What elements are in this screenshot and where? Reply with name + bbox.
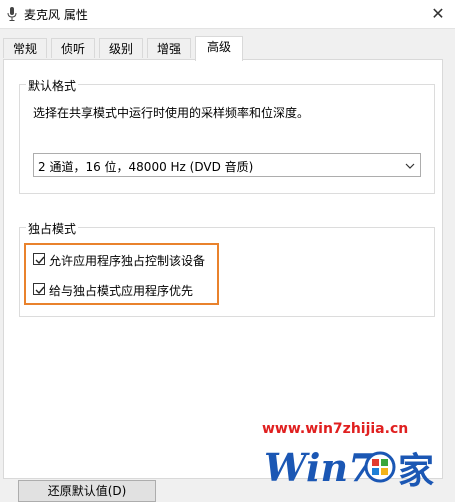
watermark-logo: Win7 家 xyxy=(264,445,434,492)
microphone-icon xyxy=(6,6,18,22)
default-format-description: 选择在共享模式中运行时使用的采样频率和位深度。 xyxy=(33,106,310,120)
tab-strip: 常规 侦听 级别 增强 高级 xyxy=(3,36,451,61)
allow-exclusive-control-checkbox[interactable] xyxy=(33,253,45,265)
exclusive-priority-label: 给与独占模式应用程序优先 xyxy=(49,284,194,298)
default-format-legend: 默认格式 xyxy=(26,77,79,94)
tab-general[interactable]: 常规 xyxy=(3,38,47,58)
svg-text:家: 家 xyxy=(398,450,434,492)
svg-text:Win7: Win7 xyxy=(264,445,375,490)
close-button[interactable]: ✕ xyxy=(421,0,455,28)
exclusive-priority-checkbox[interactable] xyxy=(33,283,45,295)
tab-enhancements[interactable]: 增强 xyxy=(147,38,191,58)
format-select-value: 2 通道，16 位，48000 Hz (DVD 音质) xyxy=(38,160,254,174)
tab-levels[interactable]: 级别 xyxy=(99,38,143,58)
allow-exclusive-control-label: 允许应用程序独占控制该设备 xyxy=(49,254,206,268)
exclusive-priority-option[interactable]: 给与独占模式应用程序优先 xyxy=(33,282,213,298)
tab-listen[interactable]: 侦听 xyxy=(51,38,95,58)
restore-defaults-button[interactable]: 还原默认值(D) xyxy=(18,480,156,502)
watermark: www.win7zhijia.cn Win7 家 xyxy=(262,421,452,499)
format-select[interactable]: 2 通道，16 位，48000 Hz (DVD 音质) xyxy=(33,153,421,177)
allow-exclusive-control-option[interactable]: 允许应用程序独占控制该设备 xyxy=(33,252,213,268)
tab-advanced[interactable]: 高级 xyxy=(195,36,243,61)
window-title: 麦克风 属性 xyxy=(24,8,88,22)
chevron-down-icon xyxy=(405,160,415,170)
watermark-url: www.win7zhijia.cn xyxy=(262,421,409,437)
default-format-group: 默认格式 xyxy=(19,77,435,194)
exclusive-mode-legend: 独占模式 xyxy=(26,220,79,237)
title-bar: 麦克风 属性 ✕ xyxy=(0,0,455,29)
